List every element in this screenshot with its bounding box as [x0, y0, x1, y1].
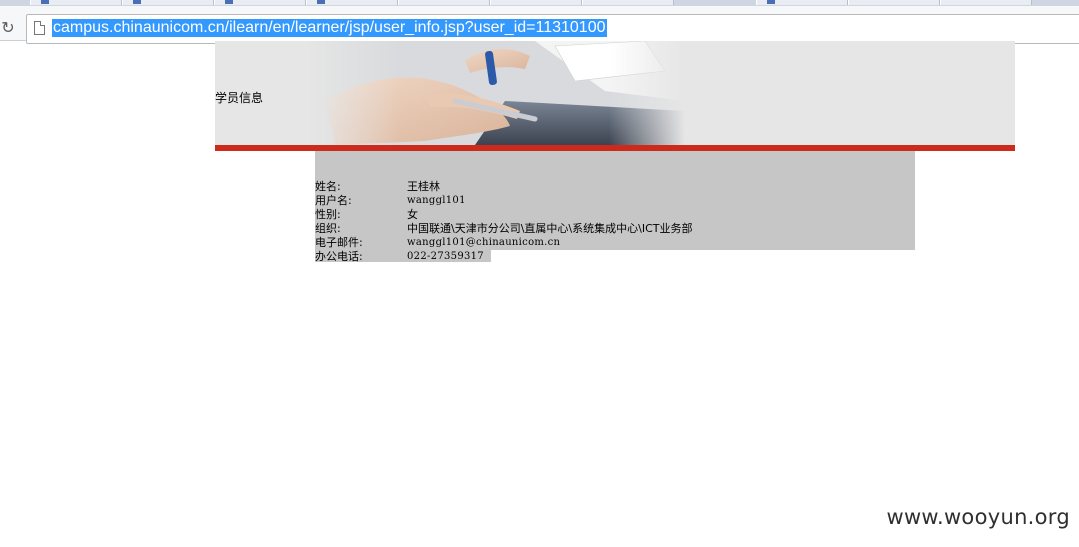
browser-tab[interactable]: [582, 0, 674, 5]
browser-tab[interactable]: [30, 0, 122, 5]
tab-favicon-icon: [41, 0, 49, 4]
organization-label: 组织:: [315, 222, 341, 235]
user-info-panel: [315, 151, 915, 250]
name-label: 姓名:: [315, 180, 341, 193]
url-text[interactable]: campus.chinaunicom.cn/ilearn/en/learner/…: [52, 19, 607, 37]
browser-tab[interactable]: [398, 0, 490, 5]
banner-hands-image: [305, 41, 685, 145]
email-value: wanggl101@chinaunicom.cn: [407, 237, 561, 248]
tab-favicon-icon: [225, 0, 233, 4]
tab-favicon-icon: [133, 0, 141, 4]
tab-favicon-icon: [767, 0, 775, 4]
phone-value: 022-27359317: [407, 251, 484, 262]
browser-tab[interactable]: [940, 0, 1032, 5]
username-label: 用户名:: [315, 194, 352, 207]
browser-tab[interactable]: [756, 0, 848, 5]
email-label: 电子邮件:: [315, 236, 363, 249]
gender-value: 女: [407, 208, 418, 221]
organization-value: 中国联通\天津市分公司\直属中心\系统集成中心\ICT业务部: [407, 222, 693, 235]
address-bar[interactable]: campus.chinaunicom.cn/ilearn/en/learner/…: [26, 14, 1079, 44]
username-value: wanggl101: [407, 195, 466, 206]
page-title: 学员信息: [215, 91, 264, 105]
page-icon: [34, 21, 45, 35]
watermark: www.wooyun.org: [886, 505, 1070, 529]
tab-favicon-icon: [317, 0, 325, 4]
name-value: 王桂林: [407, 180, 440, 193]
browser-tab[interactable]: [214, 0, 306, 5]
page-banner: 学员信息: [215, 41, 1015, 145]
phone-label: 办公电话:: [315, 250, 363, 263]
reload-icon[interactable]: ↻: [0, 18, 16, 38]
browser-tab[interactable]: [490, 0, 582, 5]
browser-tab[interactable]: [848, 0, 940, 5]
browser-tab[interactable]: [122, 0, 214, 5]
browser-tab[interactable]: [306, 0, 398, 5]
gender-label: 性别:: [315, 208, 341, 221]
browser-toolbar: ↻ campus.chinaunicom.cn/ilearn/en/learne…: [0, 6, 1079, 44]
